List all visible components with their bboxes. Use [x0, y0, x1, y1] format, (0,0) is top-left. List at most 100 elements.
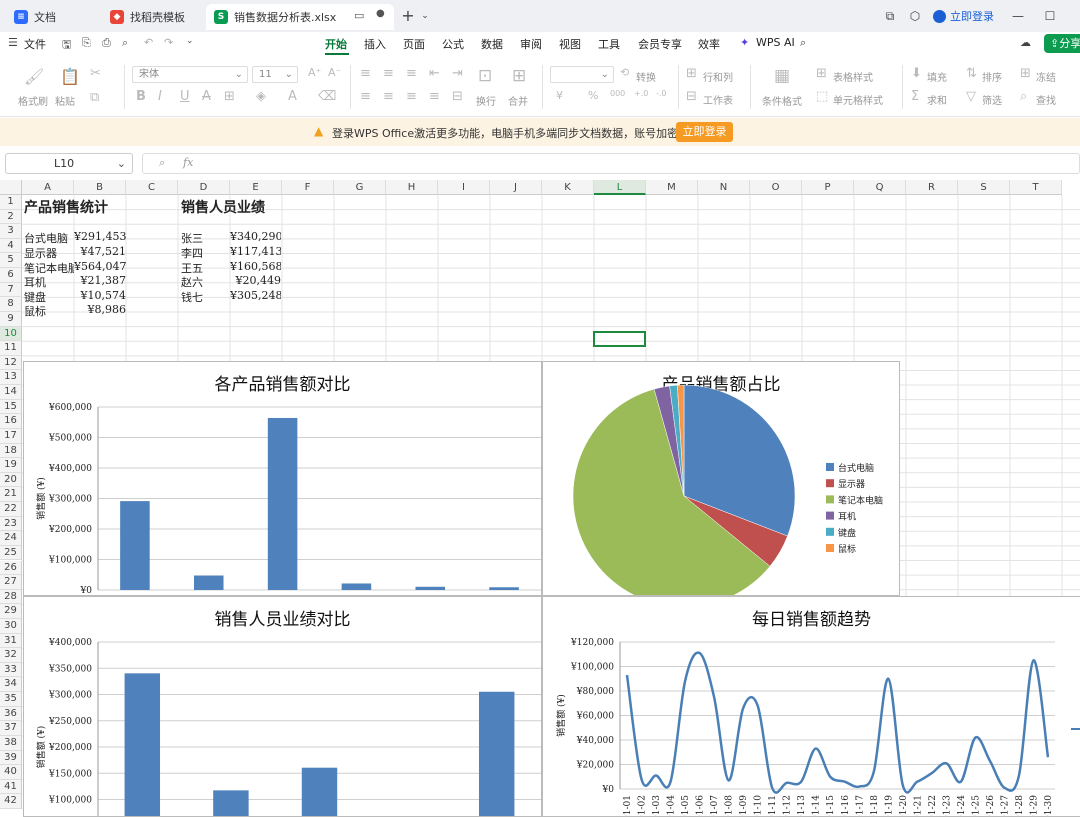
column-header[interactable]: M	[646, 180, 698, 195]
row-header[interactable]: 7	[0, 282, 22, 298]
align-center-icon[interactable]: ≡	[383, 89, 394, 104]
product-name-cell[interactable]: 鼠标	[24, 303, 74, 319]
person-value-cell[interactable]: ¥340,290	[230, 230, 281, 243]
row-header[interactable]: 40	[0, 765, 22, 780]
strikethrough-icon[interactable]: A	[202, 89, 211, 104]
bar-李四[interactable]	[213, 790, 249, 817]
minimize-icon[interactable]: —	[1008, 6, 1028, 26]
merge-icon[interactable]: ⊞	[512, 66, 526, 86]
product-share-pie-chart[interactable]: 产品销售额占比 台式电脑 显示器 笔记本电脑 耳机 键盘 鼠标	[542, 361, 900, 596]
product-name-cell[interactable]: 耳机	[24, 274, 74, 290]
row-header[interactable]: 14	[0, 385, 22, 400]
monitor-icon[interactable]: ▭	[354, 9, 364, 22]
print-preview-icon[interactable]: ⌕	[122, 36, 128, 50]
column-header[interactable]: F	[282, 180, 334, 195]
tab-sales-workbook[interactable]: S 销售数据分析表.xlsx ▭ ●	[206, 4, 394, 30]
decimal-increase-icon[interactable]: +.0	[634, 89, 648, 98]
align-bottom-icon[interactable]: ≡	[406, 66, 417, 81]
spreadsheet-grid[interactable]: ABCDEFGHIJKLMNOPQRST 1 2 3 4 5 6 7 8 9 10 11 12 13 14…	[0, 180, 1080, 817]
product-name-cell[interactable]: 显示器	[24, 245, 74, 261]
row-header[interactable]: 24	[0, 531, 22, 546]
bar-键盘[interactable]	[415, 586, 446, 590]
cloud-upload-icon[interactable]: ☁	[1020, 36, 1031, 49]
indent-decrease-icon[interactable]: ⇤	[429, 66, 440, 81]
row-header[interactable]: 26	[0, 560, 22, 576]
row-header[interactable]: 1	[0, 195, 22, 210]
paste-icon[interactable]: 📋	[60, 67, 80, 86]
clear-format-icon[interactable]: ⌫	[318, 89, 336, 104]
more-chevron-icon[interactable]: ⌄	[186, 36, 194, 46]
row-header[interactable]: 35	[0, 692, 22, 707]
column-header[interactable]: A	[22, 180, 74, 195]
font-shrink-icon[interactable]: A⁻	[328, 66, 341, 79]
bar-张三[interactable]	[124, 673, 161, 817]
product-table-title[interactable]: 产品销售统计	[24, 197, 108, 217]
font-name-select[interactable]: 宋体 ⌄	[132, 66, 248, 83]
search-icon[interactable]: ⌕	[800, 36, 806, 50]
column-header[interactable]: D	[178, 180, 230, 195]
row-header[interactable]: 30	[0, 618, 22, 634]
save-icon[interactable]: 🖫	[62, 36, 71, 55]
redo-icon[interactable]: ↷	[164, 36, 173, 49]
row-header[interactable]: 23	[0, 516, 22, 532]
filter-icon[interactable]: ▽	[966, 89, 976, 104]
menu-tools[interactable]: 工具	[598, 36, 620, 52]
column-header[interactable]: E	[230, 180, 282, 195]
bar-钱七[interactable]	[478, 691, 515, 817]
menu-efficiency[interactable]: 效率	[698, 36, 720, 52]
indent-increase-icon[interactable]: ⇥	[452, 66, 463, 81]
format-painter-icon[interactable]: 🖌	[24, 67, 44, 86]
row-header[interactable]: 29	[0, 604, 22, 619]
row-header[interactable]: 5	[0, 253, 22, 269]
product-sales-bar-chart[interactable]: 各产品销售额对比 ¥0 ¥100,000 ¥200,000 ¥300,000 ¥400,…	[23, 361, 542, 596]
row-header[interactable]: 39	[0, 750, 22, 766]
italic-icon[interactable]: I	[158, 89, 162, 104]
row-header[interactable]: 32	[0, 648, 22, 663]
bar-鼠标[interactable]	[489, 587, 519, 590]
menu-member[interactable]: 会员专享	[638, 36, 682, 52]
bar-耳机[interactable]	[341, 583, 372, 590]
align-left-icon[interactable]: ≡	[360, 89, 371, 104]
row-header[interactable]: 3	[0, 224, 22, 239]
product-name-cell[interactable]: 台式电脑	[24, 230, 74, 246]
row-header[interactable]: 25	[0, 545, 22, 561]
currency-icon[interactable]: ¥	[556, 89, 563, 102]
font-grow-icon[interactable]: A⁺	[308, 66, 321, 79]
column-header[interactable]: Q	[854, 180, 906, 195]
zoom-icon[interactable]: ⌕	[159, 156, 165, 170]
row-header[interactable]: 16	[0, 414, 22, 429]
cell-style-icon[interactable]: ⬚	[816, 89, 828, 104]
copy-icon[interactable]: ⧉	[90, 90, 99, 105]
tab-docs[interactable]: ≡ 文档	[6, 4, 96, 30]
row-header[interactable]: 10	[0, 326, 22, 342]
row-header[interactable]: 19	[0, 458, 22, 473]
tab-templates[interactable]: ◆ 找稻壳模板	[102, 4, 202, 30]
column-header[interactable]: R	[906, 180, 958, 195]
row-header[interactable]: 15	[0, 399, 22, 415]
row-header[interactable]: 8	[0, 297, 22, 312]
menu-review[interactable]: 审阅	[520, 36, 542, 52]
align-right-icon[interactable]: ≡	[406, 89, 417, 104]
menu-view[interactable]: 视图	[559, 36, 581, 52]
row-header[interactable]: 12	[0, 355, 22, 371]
font-size-select[interactable]: 11 ⌄	[252, 66, 298, 83]
product-value-cell[interactable]: ¥47,521	[74, 245, 127, 258]
share-button[interactable]: ⇪分享	[1044, 34, 1080, 53]
fill-icon[interactable]: ⬇	[911, 66, 922, 81]
daily-sales-line-chart[interactable]: 每日销售额趋势 ¥0 ¥20,000 ¥40,000 ¥60,000 ¥80,000 ¥1…	[542, 596, 1080, 817]
bar-笔记本电脑[interactable]	[267, 417, 298, 590]
number-format-select[interactable]: ⌄	[550, 66, 614, 83]
person-name-cell[interactable]: 李四	[181, 245, 229, 261]
row-header[interactable]: 11	[0, 341, 22, 356]
sales-table-title[interactable]: 销售人员业绩	[181, 197, 265, 217]
rows-cols-icon[interactable]: ⊞	[686, 66, 697, 81]
person-name-cell[interactable]: 钱七	[181, 289, 229, 305]
column-header[interactable]: S	[958, 180, 1010, 195]
menu-wps-ai[interactable]: WPS AI	[756, 36, 795, 49]
row-header[interactable]: 17	[0, 428, 22, 444]
column-header[interactable]: P	[802, 180, 854, 195]
row-header[interactable]: 22	[0, 502, 22, 517]
person-value-cell[interactable]: ¥20,449	[230, 274, 282, 287]
print-icon[interactable]: ⎙	[102, 36, 111, 50]
maximize-icon[interactable]: ☐	[1040, 6, 1060, 26]
